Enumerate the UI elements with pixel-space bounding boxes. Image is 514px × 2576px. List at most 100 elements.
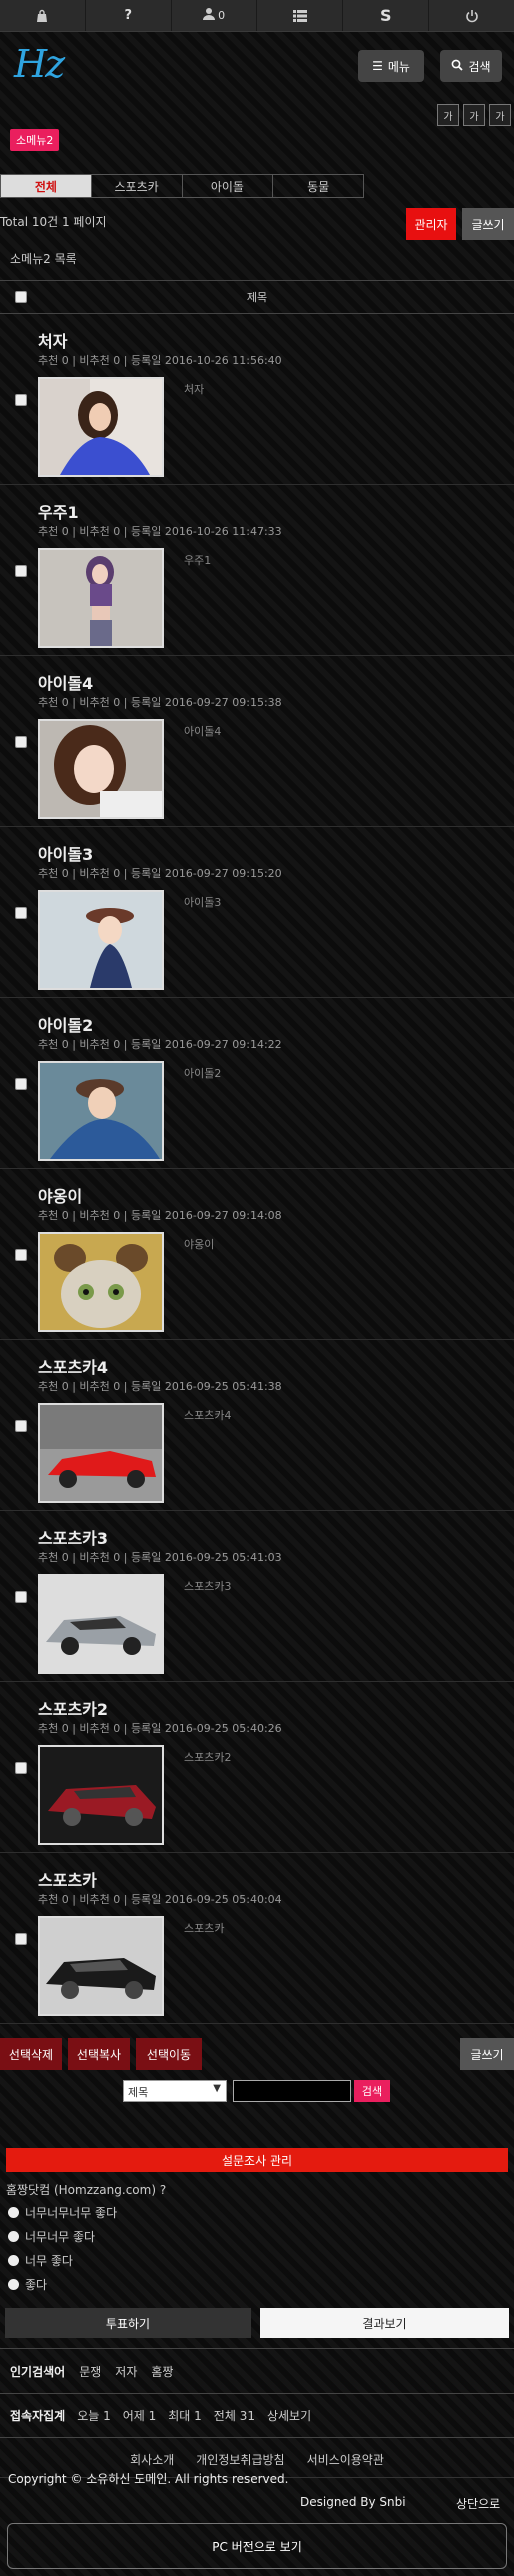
row-checkbox[interactable] [15, 1762, 27, 1774]
category-badge[interactable]: 소메뉴2 [10, 129, 60, 151]
post-thumbnail[interactable] [38, 1916, 164, 2016]
post-summary: 아이돌3 [184, 896, 222, 909]
row-checkbox[interactable] [15, 1078, 27, 1090]
question-icon[interactable]: ? [86, 0, 172, 31]
bulk-actions: 선택삭제 선택복사 선택이동 글쓰기 [0, 2038, 514, 2070]
popular-word[interactable]: 저자 [115, 2363, 137, 2380]
row-checkbox[interactable] [15, 1933, 27, 1945]
total-count: Total 10건 1 페이지 [0, 215, 107, 229]
post-title[interactable]: 스포츠카 [38, 1867, 97, 1891]
post-thumbnail[interactable] [38, 1574, 164, 1674]
poll-header[interactable]: 설문조사 관리 [6, 2148, 508, 2172]
post-thumbnail[interactable] [38, 1403, 164, 1503]
admin-button[interactable]: 관리자 [406, 208, 456, 240]
footer-link-terms[interactable]: 서비스이용약관 [307, 2451, 384, 2468]
user-login-button[interactable]: 0 [172, 0, 258, 31]
post-title[interactable]: 우주1 [38, 499, 79, 523]
post-thumbnail[interactable] [38, 719, 164, 819]
write-button-bottom[interactable]: 글쓰기 [460, 2038, 514, 2070]
post-thumbnail[interactable] [38, 377, 164, 477]
delete-selected-button[interactable]: 선택삭제 [0, 2038, 62, 2070]
bag-icon[interactable] [0, 0, 86, 31]
popular-word[interactable]: 홈짱 [151, 2363, 173, 2380]
post-title[interactable]: 야옹이 [38, 1183, 82, 1207]
post-meta: 추천 0 | 비추천 0 | 등록일 2016-09-25 05:40:26 [38, 1722, 282, 1735]
footer-link-about[interactable]: 회사소개 [130, 2451, 174, 2468]
copy-selected-button[interactable]: 선택복사 [68, 2038, 130, 2070]
post-title[interactable]: 스포츠카2 [38, 1696, 108, 1720]
top-bar: ? 0 S [0, 0, 514, 32]
post-list: 처자 추천 0 | 비추천 0 | 등록일 2016-10-26 11:56:40… [0, 314, 514, 2024]
post-title[interactable]: 아이돌2 [38, 1012, 93, 1036]
menu-button[interactable]: ☰ 메뉴 [358, 50, 424, 82]
tab-idol[interactable]: 아이돌 [183, 175, 274, 197]
back-to-top-link[interactable]: 상단으로 [456, 2495, 500, 2512]
list-item: 아이돌2 추천 0 | 비추천 0 | 등록일 2016-09-27 09:14:… [0, 998, 514, 1169]
table-header: 제목 [0, 280, 514, 314]
poll-option[interactable]: 좋다 [8, 2276, 47, 2293]
post-thumbnail[interactable] [38, 1232, 164, 1332]
tab-animal[interactable]: 동물 [273, 175, 363, 197]
search-button[interactable]: 검색 [440, 50, 502, 82]
footer-link-privacy[interactable]: 개인정보취급방침 [196, 2451, 284, 2468]
search-input[interactable] [233, 2080, 351, 2102]
post-thumbnail[interactable] [38, 548, 164, 648]
title-column-header: 제목 [246, 291, 268, 304]
row-checkbox[interactable] [15, 565, 27, 577]
move-selected-button[interactable]: 선택이동 [136, 2038, 202, 2070]
user-icon [203, 7, 216, 24]
post-title[interactable]: 처자 [38, 328, 67, 352]
post-thumbnail[interactable] [38, 1061, 164, 1161]
row-checkbox[interactable] [15, 736, 27, 748]
font-large-button[interactable]: 가 [489, 104, 511, 126]
post-title[interactable]: 스포츠카3 [38, 1525, 108, 1549]
popular-label: 인기검색어 [10, 2364, 66, 2379]
pc-version-button[interactable]: PC 버전으로 보기 [7, 2523, 507, 2569]
popular-word[interactable]: 문쟁 [79, 2363, 101, 2380]
list-title: 소메뉴2 목록 [10, 252, 77, 266]
post-summary: 처자 [184, 383, 205, 396]
s-icon[interactable]: S [343, 0, 430, 31]
list-icon[interactable] [257, 0, 344, 31]
post-meta: 추천 0 | 비추천 0 | 등록일 2016-09-25 05:41:03 [38, 1551, 282, 1564]
user-count: 0 [218, 9, 226, 22]
tab-sportscar[interactable]: 스포츠카 [92, 175, 183, 197]
row-checkbox[interactable] [15, 1591, 27, 1603]
post-title[interactable]: 아이돌3 [38, 841, 93, 865]
vote-button[interactable]: 투표하기 [5, 2308, 251, 2338]
font-medium-button[interactable]: 가 [463, 104, 485, 126]
category-tabs: 전체 스포츠카 아이돌 동물 [0, 174, 364, 198]
result-button[interactable]: 결과보기 [260, 2308, 509, 2338]
post-thumbnail[interactable] [38, 890, 164, 990]
radio-icon[interactable] [8, 2231, 19, 2242]
site-logo[interactable]: Hz [14, 42, 65, 86]
font-small-button[interactable]: 가 [437, 104, 459, 126]
tab-all[interactable]: 전체 [1, 175, 92, 197]
visitor-total: 전체 31 [213, 2409, 255, 2423]
radio-icon[interactable] [8, 2255, 19, 2266]
radio-icon[interactable] [8, 2207, 19, 2218]
list-item: 처자 추천 0 | 비추천 0 | 등록일 2016-10-26 11:56:40… [0, 314, 514, 485]
power-icon[interactable] [429, 0, 514, 31]
visitor-detail-link[interactable]: 상세보기 [267, 2407, 311, 2424]
search-submit-button[interactable]: 검색 [354, 2080, 390, 2102]
post-title[interactable]: 아이돌4 [38, 670, 93, 694]
post-title[interactable]: 스포츠카4 [38, 1354, 108, 1378]
radio-icon[interactable] [8, 2279, 19, 2290]
poll-option[interactable]: 너무너무너무 좋다 [8, 2204, 117, 2221]
post-summary: 우주1 [184, 554, 212, 567]
list-item: 스포츠카4 추천 0 | 비추천 0 | 등록일 2016-09-25 05:41… [0, 1340, 514, 1511]
visitor-label: 접속자집계 [10, 2409, 66, 2423]
list-item: 우주1 추천 0 | 비추천 0 | 등록일 2016-10-26 11:47:3… [0, 485, 514, 656]
row-checkbox[interactable] [15, 907, 27, 919]
row-checkbox[interactable] [15, 1249, 27, 1261]
poll-option[interactable]: 너무너무 좋다 [8, 2228, 95, 2245]
row-checkbox[interactable] [15, 394, 27, 406]
write-button[interactable]: 글쓰기 [462, 208, 514, 240]
post-thumbnail[interactable] [38, 1745, 164, 1845]
search-field-select[interactable]: 제목 ▼ [123, 2080, 227, 2102]
post-meta: 추천 0 | 비추천 0 | 등록일 2016-09-27 09:15:38 [38, 696, 282, 709]
row-checkbox[interactable] [15, 1420, 27, 1432]
poll-option[interactable]: 너무 좋다 [8, 2252, 73, 2269]
select-all-checkbox[interactable] [15, 291, 27, 303]
